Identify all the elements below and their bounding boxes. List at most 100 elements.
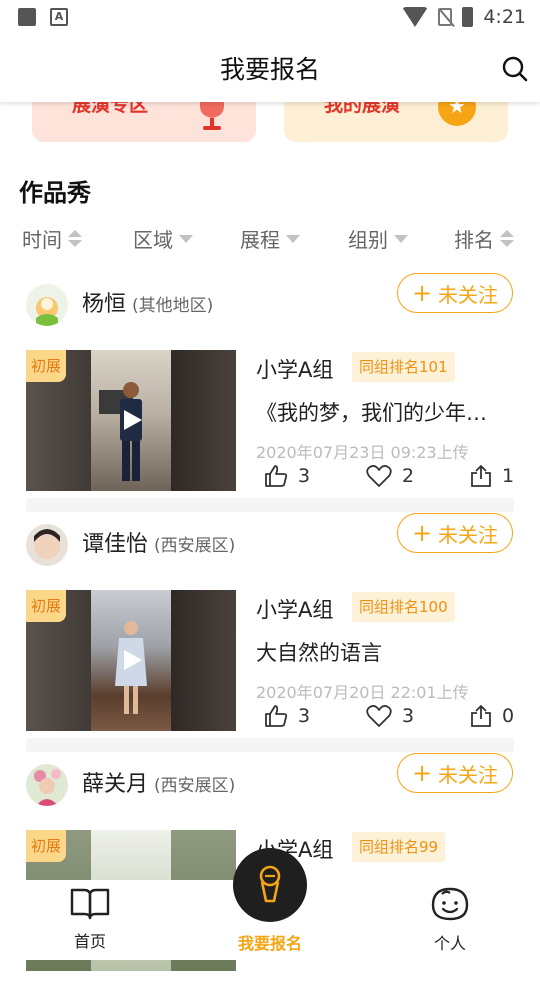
favorite-stat[interactable]: 3 (366, 704, 414, 728)
avatar[interactable] (26, 284, 68, 326)
plus-icon: + (411, 519, 433, 547)
promo-label: 我的展演 (324, 102, 401, 116)
tab-label: 首页 (73, 932, 106, 951)
filter-bar: 时间 区域 展程 组别 排名 (0, 224, 540, 258)
share-stat[interactable]: 1 (470, 464, 514, 488)
filter-time[interactable]: 时间 (22, 224, 82, 253)
avatar[interactable] (26, 524, 68, 566)
filter-label: 区域 (133, 228, 173, 252)
thumbs-up-icon (265, 465, 288, 487)
page-title: 我要报名 (219, 55, 320, 84)
section-title: 作品秀 (19, 179, 91, 207)
follow-button[interactable]: + 未关注 (397, 513, 513, 553)
stats-row: 3 3 0 (264, 704, 516, 732)
status-bar: A 4:21 (0, 0, 540, 36)
work-title[interactable]: 大自然的语言 (256, 637, 512, 667)
share-icon (471, 464, 491, 487)
filter-label: 组别 (348, 228, 388, 252)
user-region: (西安展区) (154, 536, 236, 556)
favorite-count: 2 (402, 465, 415, 487)
tab-label: 我要报名 (237, 934, 302, 953)
filter-stage[interactable]: 展程 (240, 224, 300, 253)
filter-label: 排名 (454, 228, 494, 252)
smiley-icon (431, 887, 469, 921)
thumbs-up-icon (265, 705, 288, 727)
user-name-line: 薛关月 (西安展区) (82, 766, 235, 798)
sort-icon (68, 230, 82, 247)
like-count: 3 (298, 705, 311, 727)
rank-badge: 同组排名101 (352, 352, 455, 382)
promo-card-showcase[interactable]: 展演专区 (32, 102, 256, 142)
plus-icon: + (411, 759, 433, 787)
search-icon[interactable] (502, 56, 528, 82)
like-stat[interactable]: 3 (264, 704, 310, 728)
follow-button[interactable]: + 未关注 (397, 753, 513, 793)
upload-time: 2020年07月23日 09:23上传 (256, 443, 469, 462)
dropdown-icon (286, 234, 300, 243)
heart-icon (366, 705, 392, 727)
user-region: (其他地区) (132, 296, 214, 316)
stats-row: 3 2 1 (264, 464, 516, 492)
play-icon (124, 650, 142, 670)
trophy-icon (200, 102, 224, 130)
avatar[interactable] (26, 764, 68, 806)
work-entry: 谭佳怡 (西安展区) + 未关注 初展 小学A组 同组排名100 大自然的语言 2… (0, 504, 540, 744)
share-stat[interactable]: 0 (470, 704, 514, 728)
star-icon (438, 102, 476, 126)
group-label: 小学A组 (256, 598, 334, 622)
follow-label: 未关注 (438, 522, 499, 547)
follow-label: 未关注 (438, 282, 499, 307)
user-name-line: 杨恒 (其他地区) (82, 286, 213, 318)
app-header: 我要报名 (0, 36, 540, 102)
filter-label: 展程 (240, 228, 280, 252)
work-title[interactable]: 《我的梦，我们的少年… (256, 397, 512, 427)
wifi-icon (402, 7, 429, 27)
book-icon (70, 888, 110, 920)
filter-region[interactable]: 区域 (133, 224, 193, 253)
tab-profile[interactable]: 个人 (390, 886, 510, 954)
follow-label: 未关注 (438, 762, 499, 787)
user-region: (西安展区) (154, 776, 236, 796)
work-entry: 杨恒 (其他地区) + 未关注 初展 小学A组 同组排名101 《我的梦，我们的少… (0, 264, 540, 504)
user-name-line: 谭佳怡 (西安展区) (82, 526, 235, 558)
no-sim-icon (438, 8, 453, 26)
microphone-icon (259, 865, 281, 903)
play-icon (124, 410, 142, 430)
tab-signup[interactable]: 我要报名 (210, 926, 330, 954)
share-icon (471, 704, 491, 727)
status-time: 4:21 (483, 6, 526, 28)
favorite-stat[interactable]: 2 (366, 464, 414, 488)
filter-group[interactable]: 组别 (348, 224, 408, 253)
share-count: 0 (502, 705, 515, 727)
sort-icon (500, 230, 514, 247)
promo-label: 展演专区 (72, 102, 149, 116)
text-notification-icon: A (50, 8, 68, 26)
like-count: 3 (298, 465, 311, 487)
filter-label: 时间 (22, 228, 62, 252)
upload-time: 2020年07月20日 22:01上传 (256, 683, 469, 702)
battery-icon (462, 7, 474, 27)
user-name: 杨恒 (82, 292, 127, 317)
stage-badge: 初展 (26, 590, 66, 622)
filter-rank[interactable]: 排名 (454, 224, 514, 253)
video-thumbnail[interactable]: 初展 (26, 590, 236, 731)
follow-button[interactable]: + 未关注 (397, 273, 513, 313)
plus-icon: + (411, 279, 433, 307)
tab-home[interactable]: 首页 (30, 886, 150, 952)
group-label: 小学A组 (256, 358, 334, 382)
rank-badge: 同组排名99 (352, 832, 446, 862)
user-name: 薛关月 (82, 772, 149, 797)
tab-label: 个人 (433, 934, 466, 953)
image-notification-icon (18, 8, 36, 26)
promo-card-my-shows[interactable]: 我的展演 (284, 102, 508, 142)
stage-badge: 初展 (26, 830, 66, 862)
share-count: 1 (502, 465, 515, 487)
stage-badge: 初展 (26, 350, 66, 382)
dropdown-icon (394, 234, 408, 243)
user-name: 谭佳怡 (82, 532, 149, 557)
like-stat[interactable]: 3 (264, 464, 310, 488)
video-thumbnail[interactable]: 初展 (26, 350, 236, 491)
signup-fab-button[interactable] (233, 848, 307, 922)
heart-icon (366, 465, 392, 487)
favorite-count: 3 (402, 705, 415, 727)
